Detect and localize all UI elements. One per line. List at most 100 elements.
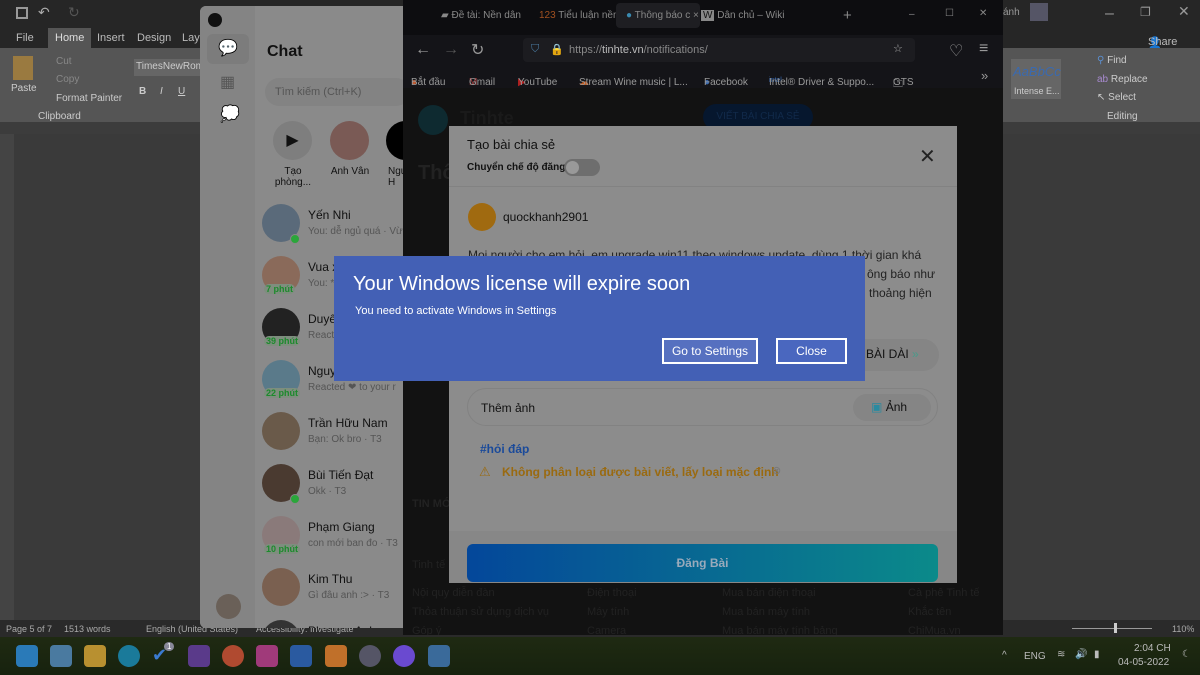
format-painter-button[interactable]: Format Painter xyxy=(56,93,122,104)
post-tag[interactable]: #hỏi đáp xyxy=(480,442,529,456)
undo-icon[interactable]: ↶ xyxy=(38,4,50,21)
zoom-slider[interactable] xyxy=(1072,628,1152,629)
dismiss-warning-icon[interactable]: ⊗ xyxy=(772,464,781,477)
image-button[interactable]: ▣ Ảnh xyxy=(853,394,931,421)
clock-time[interactable]: 2:04 CH xyxy=(1134,643,1171,654)
underline-button[interactable]: U xyxy=(178,86,185,97)
post-body-line[interactable]: thoảng hiện xyxy=(869,286,932,300)
moon-icon[interactable]: ☾ xyxy=(1182,649,1191,660)
footer-link[interactable]: Mua bán máy tính bảng xyxy=(722,625,838,635)
chat-list-item[interactable]: Yến Nhi You: dễ ngủ quá · Vừ xyxy=(260,204,403,256)
footer-link[interactable]: Khắc tên xyxy=(908,606,951,618)
story-avatar[interactable] xyxy=(386,121,403,160)
reload-icon[interactable]: ↻ xyxy=(471,40,484,60)
forward-icon[interactable]: → xyxy=(443,41,459,59)
close-tab-icon[interactable]: × xyxy=(693,10,699,21)
tab-home[interactable]: Home xyxy=(48,28,92,48)
search-input[interactable]: Tìm kiếm (Ctrl+K) xyxy=(265,78,403,106)
footer-link[interactable]: Mua bán máy tính xyxy=(722,606,810,618)
chat-list-item[interactable]: Kim Thu Gì đâu anh :> · T3 xyxy=(260,568,403,620)
pocket-icon[interactable]: ♡ xyxy=(949,41,963,61)
widgets-icon[interactable] xyxy=(50,645,72,667)
bold-button[interactable]: B xyxy=(139,86,146,97)
page-count[interactable]: Page 5 of 7 xyxy=(6,624,52,634)
start-icon[interactable] xyxy=(16,645,38,667)
close-icon[interactable]: ✕ xyxy=(919,144,936,169)
browser-tab[interactable]: W Dân chủ – Wiki xyxy=(701,10,784,21)
instagram-icon[interactable] xyxy=(256,645,278,667)
minimize-icon[interactable]: – xyxy=(1105,5,1114,23)
messenger-icon[interactable] xyxy=(393,645,415,667)
new-tab-button[interactable]: + xyxy=(843,7,852,24)
go-to-settings-button[interactable]: Go to Settings xyxy=(662,338,758,364)
firefox-icon[interactable] xyxy=(222,645,244,667)
chat-list-item[interactable]: Bùi Tiến Đạt Okk · T3 xyxy=(260,464,403,516)
close-button[interactable]: Close xyxy=(776,338,847,364)
create-room-button[interactable]: ▶ xyxy=(273,121,312,160)
zoom-slider-thumb[interactable] xyxy=(1114,623,1117,633)
save-icon[interactable] xyxy=(16,7,28,19)
menu-icon[interactable]: ≡ xyxy=(979,40,988,58)
copy-button[interactable]: Copy xyxy=(56,74,79,85)
mode-toggle[interactable] xyxy=(564,159,600,176)
chevron-up-icon[interactable]: ^ xyxy=(1002,650,1007,661)
replace-button[interactable]: ab Replace xyxy=(1097,74,1148,85)
avatar[interactable] xyxy=(1030,3,1048,21)
overflow-icon[interactable]: » xyxy=(981,68,988,83)
post-body-line[interactable]: ông báo như xyxy=(867,267,935,281)
footer-link[interactable]: ChiMua.vn xyxy=(908,625,961,635)
italic-button[interactable]: I xyxy=(160,86,163,97)
word-icon[interactable] xyxy=(290,645,312,667)
settings-icon[interactable] xyxy=(359,645,381,667)
tab-insert[interactable]: Insert xyxy=(97,32,125,44)
maximize-icon[interactable]: ☐ xyxy=(945,8,954,19)
close-icon[interactable]: ✕ xyxy=(1178,3,1190,20)
redo-icon[interactable]: ↻ xyxy=(68,4,80,21)
story-avatar[interactable] xyxy=(330,121,369,160)
cut-button[interactable]: Cut xyxy=(56,56,72,67)
restore-icon[interactable]: ❐ xyxy=(1140,5,1151,19)
clock-date[interactable]: 04-05-2022 xyxy=(1118,657,1169,668)
chats-nav-icon[interactable]: 💬 xyxy=(207,34,249,64)
visual-studio-icon[interactable] xyxy=(188,645,210,667)
url-bar[interactable]: ⛉ 🔒 https://tinhte.vn/notifications/ ☆ xyxy=(523,38,915,62)
footer-link[interactable]: Thỏa thuận sử dụng dịch vụ xyxy=(412,606,549,618)
close-icon[interactable]: ✕ xyxy=(979,8,987,19)
volume-icon[interactable]: 🔊 xyxy=(1075,649,1087,660)
find-button[interactable]: ⚲ Find xyxy=(1097,55,1127,66)
lock-icon[interactable]: 🔒 xyxy=(550,43,564,56)
marketplace-icon[interactable]: ▦ xyxy=(220,72,235,92)
shield-icon[interactable]: ⛉ xyxy=(531,43,539,56)
footer-link[interactable]: Camera xyxy=(587,625,626,635)
todo-icon[interactable]: ✔ 1 xyxy=(152,642,175,667)
chat-list-item[interactable]: Phạm Giang con mới ban đo · T3 10 phút xyxy=(260,516,403,568)
input-language[interactable]: ENG xyxy=(1024,651,1046,662)
chat-list-item[interactable]: Phương Anh xyxy=(260,620,403,628)
footer-link[interactable]: Cà phê Tinh tế xyxy=(908,587,980,599)
chat-list-item[interactable]: Trần Hữu Nam Bạn: Ok bro · T3 xyxy=(260,412,403,464)
add-image-bar[interactable]: Thêm ảnh ▣ Ảnh xyxy=(467,388,938,426)
edge-icon[interactable] xyxy=(118,645,140,667)
bookmark-star-icon[interactable]: ☆ xyxy=(893,42,903,55)
browser-tab[interactable]: 123 Tiểu luận nền d xyxy=(539,10,627,21)
footer-link[interactable]: Góp ý xyxy=(412,625,441,635)
select-button[interactable]: ↖ Select xyxy=(1097,92,1136,103)
style-intense-emphasis[interactable]: AaBbCc Intense E... xyxy=(1011,59,1061,99)
footer-link[interactable]: Nội quy diễn đàn xyxy=(412,587,495,599)
zoom-level[interactable]: 110% xyxy=(1172,624,1194,634)
footer-link[interactable]: Điện thoại xyxy=(587,587,637,599)
battery-icon[interactable]: ▮ xyxy=(1094,649,1100,660)
footer-link[interactable]: Máy tính xyxy=(587,606,629,618)
wifi-icon[interactable]: ≋ xyxy=(1057,649,1065,660)
browser-tab[interactable]: ▰ Đề tài: Nền dân xyxy=(441,10,521,21)
paste-button[interactable]: Paste xyxy=(11,83,37,94)
requests-icon[interactable]: 💭 xyxy=(220,104,240,124)
minimize-icon[interactable]: – xyxy=(909,9,915,20)
tinhte-logo[interactable] xyxy=(418,105,448,135)
font-name-field[interactable]: TimesNewRom xyxy=(134,59,204,76)
footer-link[interactable]: Mua bán điện thoại xyxy=(722,587,816,599)
browser-tab-active[interactable]: ● Thông báo c × xyxy=(616,3,700,28)
back-icon[interactable]: ← xyxy=(415,41,431,59)
tab-file[interactable]: File xyxy=(16,32,34,44)
file-explorer-icon[interactable] xyxy=(84,645,106,667)
